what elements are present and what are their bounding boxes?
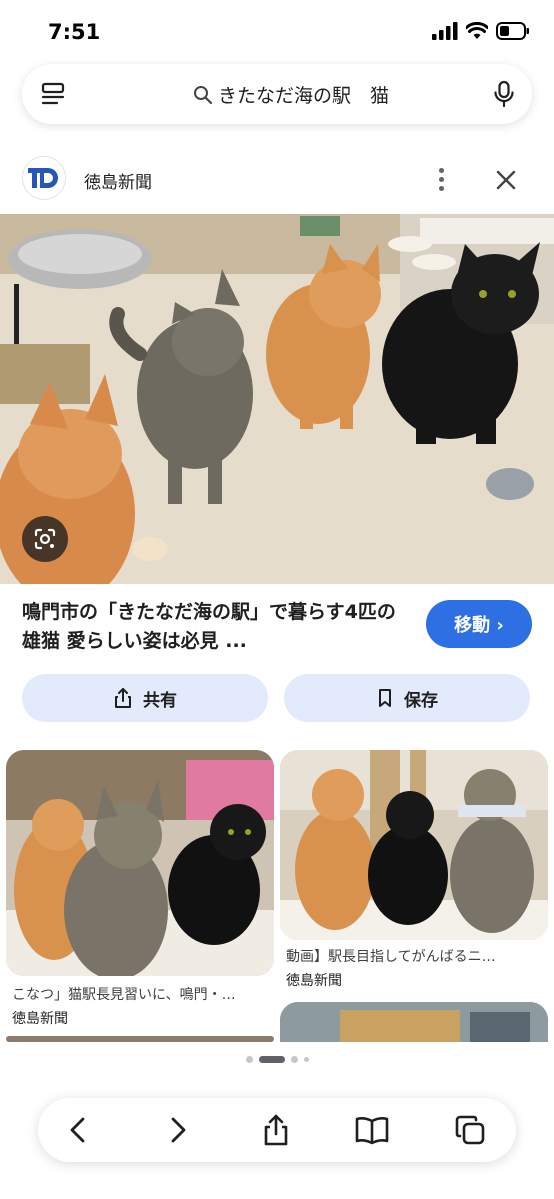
share-page-button[interactable]	[258, 1112, 294, 1148]
share-button[interactable]: 共有	[22, 674, 268, 722]
back-icon	[70, 1117, 85, 1143]
lens-button[interactable]	[22, 516, 68, 562]
related-caption-1[interactable]: こなつ」猫駅長見習いに、鳴門・…	[12, 984, 274, 1004]
related-image-3[interactable]	[6, 1036, 274, 1042]
more-icon	[438, 167, 444, 173]
cats-photo	[0, 214, 554, 584]
mic-icon	[494, 80, 514, 108]
search-bar[interactable]: きたなだ海の駅 猫	[22, 64, 532, 124]
visit-button[interactable]: 移動 ›	[426, 600, 532, 648]
source-row: 徳島新聞	[0, 152, 554, 208]
more-options-button[interactable]	[428, 164, 454, 194]
status-bar: 7:51	[0, 0, 554, 64]
source-logo[interactable]	[22, 156, 66, 200]
close-icon	[496, 170, 516, 190]
related-image-1[interactable]	[6, 750, 274, 976]
share-icon	[264, 1114, 288, 1146]
browser-toolbar	[38, 1098, 516, 1162]
status-icons	[432, 22, 530, 40]
save-button[interactable]: 保存	[284, 674, 530, 722]
status-time: 7:51	[48, 20, 101, 44]
result-title[interactable]: 鳴門市の「きたなだ海の駅」で暮らす4匹の雄猫 愛らしい姿は必見 ...	[22, 598, 414, 656]
related-caption-2[interactable]: 動画】駅長目指してがんばるニ…	[286, 946, 548, 966]
back-button[interactable]	[60, 1112, 96, 1148]
close-button[interactable]	[490, 164, 522, 196]
battery-icon	[496, 22, 529, 40]
related-source-1: 徳島新聞	[12, 1011, 68, 1027]
signal-icon	[432, 22, 458, 40]
page-indicator	[0, 1054, 554, 1064]
related-image-4[interactable]	[280, 1002, 548, 1042]
wifi-icon	[466, 22, 488, 39]
related-photo-2	[280, 750, 548, 940]
related-image-2[interactable]	[280, 750, 548, 940]
voice-search-button[interactable]	[492, 80, 516, 112]
search-query: きたなだ海の駅 猫	[218, 85, 390, 107]
forward-button[interactable]	[160, 1112, 196, 1148]
lens-icon	[34, 528, 56, 550]
bookmark-icon	[379, 689, 391, 707]
hero-image[interactable]	[0, 214, 554, 584]
save-label: 保存	[404, 690, 438, 711]
tabs-icon	[455, 1115, 485, 1145]
bookmarks-icon	[355, 1117, 389, 1145]
share-label: 共有	[143, 690, 177, 711]
bookmarks-button[interactable]	[354, 1112, 390, 1148]
tabs-button[interactable]	[452, 1112, 488, 1148]
share-icon	[115, 688, 131, 708]
related-photo-4	[280, 1002, 548, 1042]
source-name[interactable]: 徳島新聞	[84, 168, 152, 193]
related-source-2: 徳島新聞	[286, 973, 342, 989]
search-icon	[194, 85, 213, 104]
tokushima-logo-icon	[28, 168, 58, 188]
tab-menu-button[interactable]	[40, 81, 66, 111]
forward-icon	[171, 1117, 186, 1143]
search-field[interactable]: きたなだ海の駅 猫	[192, 81, 389, 108]
menu-icon	[41, 82, 65, 105]
related-photo-1	[6, 750, 274, 976]
